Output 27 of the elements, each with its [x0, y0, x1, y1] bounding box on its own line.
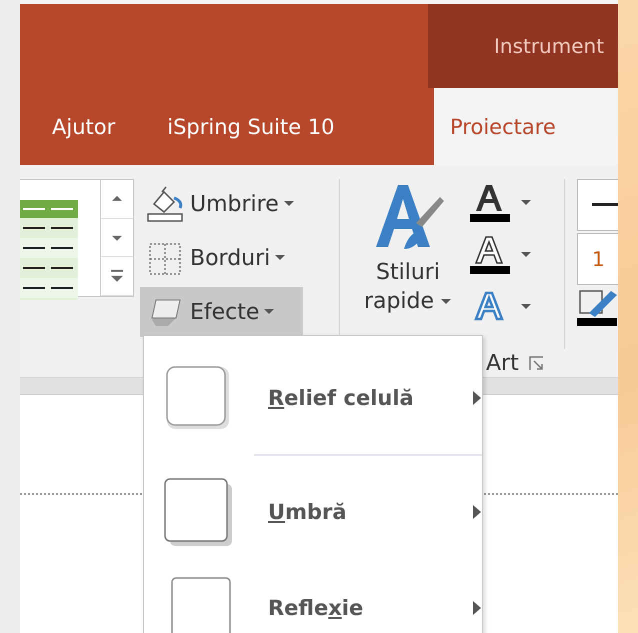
dropdown-caret-icon	[282, 200, 295, 208]
contextual-group-title: Instrument	[494, 34, 604, 58]
table-styles-gallery[interactable]	[20, 179, 134, 297]
shadow-preview-icon	[162, 476, 234, 548]
ribbon-command[interactable]: Efecte	[140, 287, 303, 337]
paint-bucket-icon	[146, 184, 186, 224]
dialog-launcher-icon[interactable]	[528, 356, 545, 372]
ribbon-tab[interactable]: Proiectare	[434, 88, 618, 165]
dropdown-caret-icon	[274, 254, 286, 262]
text-outline-icon	[470, 235, 510, 275]
text-fill-icon	[470, 183, 510, 223]
dropdown-caret-icon	[520, 303, 532, 311]
dropdown-caret-icon	[263, 308, 276, 316]
group-label: Art	[486, 351, 519, 376]
submenu-arrow-icon	[472, 504, 482, 520]
ribbon-command[interactable]: Umbrire	[140, 179, 303, 229]
dropdown-caret-icon	[440, 298, 452, 306]
menu-item[interactable]: Reflexie	[144, 560, 482, 633]
ribbon-tab[interactable]: iSpring Suite 10	[139, 88, 359, 165]
submenu-arrow-icon	[472, 600, 482, 616]
ribbon-command[interactable]: Borduri	[140, 233, 303, 283]
pen-weight-field[interactable]: 1	[577, 233, 618, 285]
submenu-arrow-icon	[472, 390, 482, 406]
dropdown-caret-icon	[520, 251, 532, 259]
line-style-icon	[592, 203, 618, 207]
ribbon-tab[interactable]: Ajutor	[20, 88, 140, 165]
dropdown-caret-icon	[520, 199, 532, 207]
